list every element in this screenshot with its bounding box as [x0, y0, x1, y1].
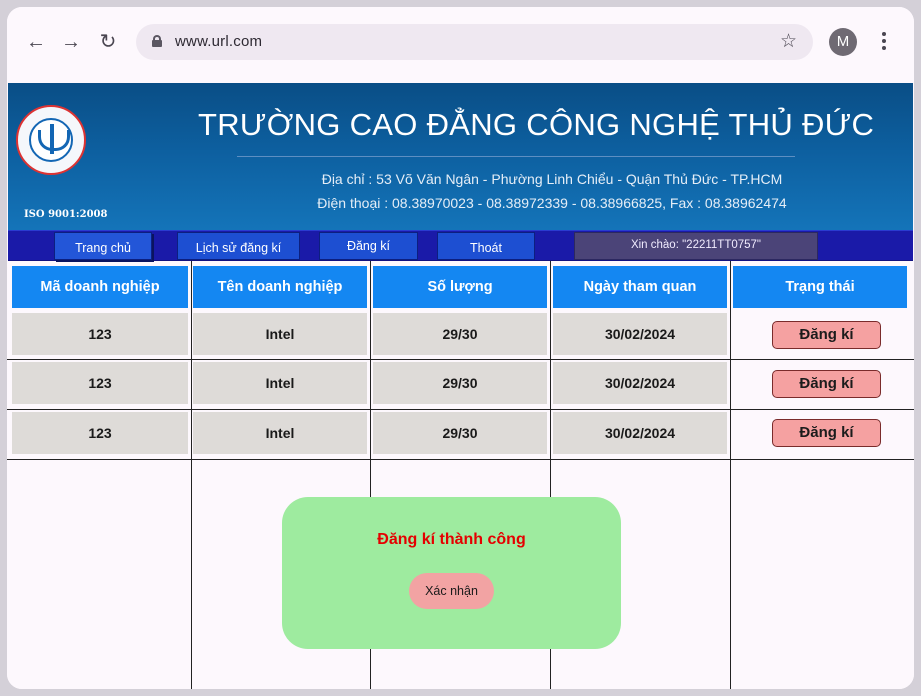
table-cell-code: 123 — [12, 362, 188, 404]
column-header-code: Mã doanh nghiệp — [12, 266, 188, 308]
table-cell-date: 30/02/2024 — [553, 362, 727, 404]
browser-toolbar: ← → ↻ www.url.com ☆ M — [7, 7, 914, 77]
user-greeting: Xin chào: "22211TT0757" — [574, 232, 818, 260]
forward-arrow-icon[interactable]: → — [60, 31, 82, 53]
school-name: TRƯỜNG CAO ĐẲNG CÔNG NGHỆ THỦ ĐỨC — [198, 107, 875, 142]
row-divider — [7, 409, 914, 410]
table-cell-quantity: 29/30 — [373, 313, 547, 355]
column-header-quantity: Số lượng — [373, 266, 547, 308]
browser-window: ← → ↻ www.url.com ☆ M ISO 9001:2008 TRƯỜ… — [0, 0, 921, 696]
table-cell-date: 30/02/2024 — [553, 313, 727, 355]
lock-icon — [152, 35, 162, 47]
register-button[interactable]: Đăng kí — [772, 419, 881, 447]
school-logo — [16, 105, 86, 175]
address-bar[interactable]: www.url.com ☆ — [136, 24, 813, 60]
column-divider — [191, 261, 192, 689]
register-button[interactable]: Đăng kí — [772, 370, 881, 398]
table-cell-quantity: 29/30 — [373, 362, 547, 404]
iso-label: ISO 9001:2008 — [24, 209, 108, 220]
table-cell-name: Intel — [193, 362, 367, 404]
table-cell-name: Intel — [193, 412, 367, 454]
url-text: www.url.com — [175, 33, 263, 50]
column-header-date: Ngày tham quan — [553, 266, 727, 308]
column-header-status: Trạng thái — [733, 266, 907, 308]
nav-logout[interactable]: Thoát — [437, 232, 535, 260]
confirm-button[interactable]: Xác nhận — [409, 573, 494, 609]
success-dialog: Đăng kí thành công Xác nhận — [282, 497, 621, 649]
table-cell-name: Intel — [193, 313, 367, 355]
nav-register[interactable]: Đăng kí — [319, 232, 418, 260]
success-message: Đăng kí thành công — [377, 531, 526, 548]
menu-dots-icon[interactable] — [877, 29, 891, 53]
nav-history[interactable]: Lịch sử đăng kí — [177, 232, 300, 260]
row-divider — [7, 359, 914, 360]
table-cell-quantity: 29/30 — [373, 412, 547, 454]
nav-home[interactable]: Trang chủ — [54, 232, 152, 260]
column-header-name: Tên doanh nghiệp — [193, 266, 367, 308]
main-navbar: Trang chủ Lịch sử đăng kí Đăng kí Thoát … — [8, 230, 913, 261]
column-divider — [730, 261, 731, 689]
school-phone: Điện thoại : 08.38970023 - 08.38972339 -… — [317, 195, 787, 211]
bookmark-star-icon[interactable]: ☆ — [780, 30, 797, 53]
reload-icon[interactable]: ↻ — [97, 31, 119, 53]
back-arrow-icon[interactable]: ← — [25, 31, 47, 53]
row-divider — [7, 459, 914, 460]
register-button[interactable]: Đăng kí — [772, 321, 881, 349]
school-address: Địa chỉ : 53 Võ Văn Ngân - Phường Linh C… — [321, 171, 783, 187]
school-banner: ISO 9001:2008 TRƯỜNG CAO ĐẲNG CÔNG NGHỆ … — [8, 83, 913, 230]
profile-avatar[interactable]: M — [829, 28, 857, 56]
table-cell-code: 123 — [12, 313, 188, 355]
table-cell-code: 123 — [12, 412, 188, 454]
table-cell-date: 30/02/2024 — [553, 412, 727, 454]
banner-divider — [237, 156, 795, 157]
web-page: ISO 9001:2008 TRƯỜNG CAO ĐẲNG CÔNG NGHỆ … — [7, 77, 914, 689]
